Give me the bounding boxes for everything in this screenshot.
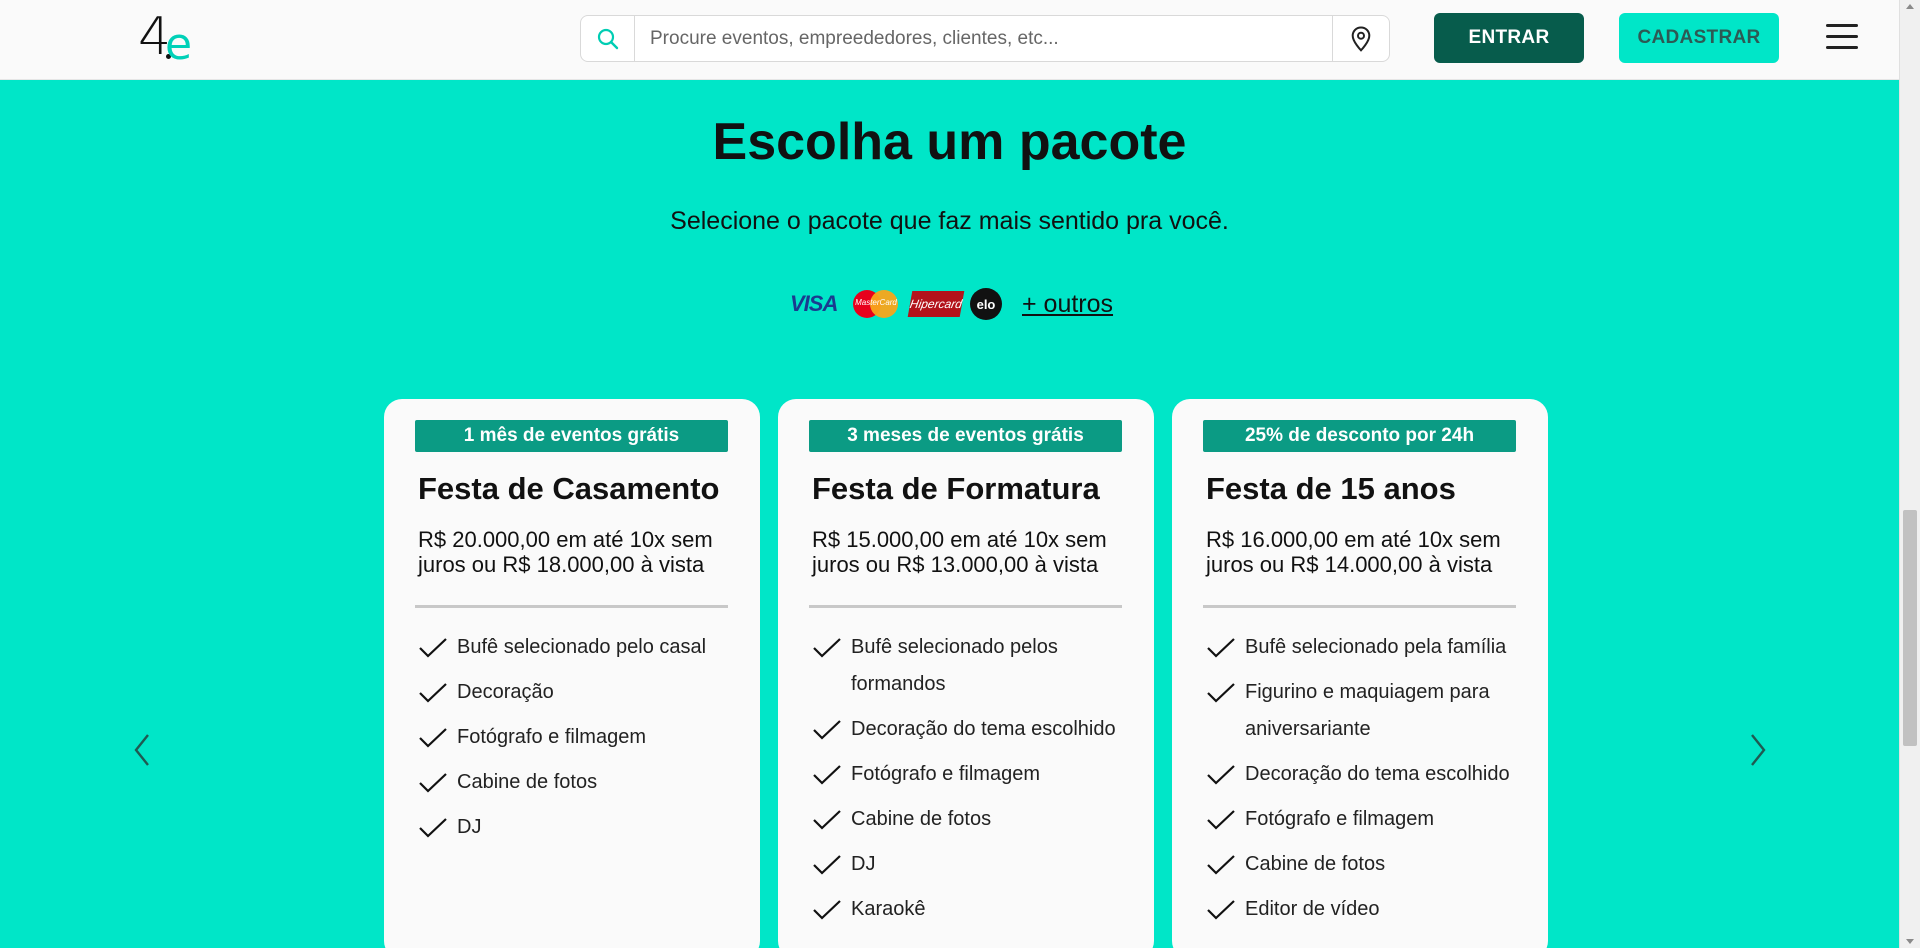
check-icon: [1207, 855, 1235, 875]
check-icon: [419, 638, 447, 658]
promo-badge: 25% de desconto por 24h: [1203, 420, 1516, 452]
hamburger-menu-icon[interactable]: [1826, 24, 1858, 52]
chevron-left-icon[interactable]: [128, 730, 158, 770]
logo-letter: e: [165, 19, 193, 70]
signup-button[interactable]: CADASTRAR: [1619, 13, 1779, 63]
search-icon[interactable]: [581, 16, 634, 61]
feature-label: Decoração: [457, 681, 554, 703]
mastercard-text: MasterCard: [855, 298, 897, 307]
payment-methods: VISA MasterCard Hipercard elo + outros: [790, 286, 1113, 322]
feature-label: Editor de vídeo: [1245, 898, 1380, 920]
feature-item: Decoração do tema escolhido: [812, 711, 1132, 748]
feature-list: Bufê selecionado pelo casal Decoração Fo…: [418, 629, 738, 854]
feature-label: Bufê selecionado pelos formandos: [851, 636, 1058, 695]
feature-item: Fotógrafo e filmagem: [418, 719, 738, 756]
feature-label: Fotógrafo e filmagem: [1245, 808, 1434, 830]
package-card-formatura[interactable]: 3 meses de eventos grátis Festa de Forma…: [778, 399, 1154, 948]
elo-logo: elo: [970, 288, 1002, 320]
check-icon: [1207, 900, 1235, 920]
feature-list: Bufê selecionado pelos formandos Decoraç…: [812, 629, 1132, 936]
package-name: Festa de 15 anos: [1206, 471, 1456, 506]
feature-item: Editor de vídeo: [1206, 891, 1526, 928]
page-scrollbar[interactable]: [1899, 0, 1920, 948]
feature-label: Bufê selecionado pela família: [1245, 636, 1507, 658]
site-logo[interactable]: 4 e: [138, 10, 198, 70]
check-icon: [813, 855, 841, 875]
divider: [1203, 605, 1516, 608]
feature-item: Decoração do tema escolhido: [1206, 756, 1526, 793]
feature-item: DJ: [812, 846, 1132, 883]
check-icon: [1207, 683, 1235, 703]
feature-item: Cabine de fotos: [812, 801, 1132, 838]
location-pin-icon[interactable]: [1333, 16, 1389, 61]
check-icon: [813, 810, 841, 830]
scroll-down-icon[interactable]: [1906, 939, 1914, 944]
check-icon: [419, 728, 447, 748]
check-icon: [813, 720, 841, 740]
check-icon: [813, 900, 841, 920]
scrollbar-thumb[interactable]: [1903, 510, 1917, 746]
feature-item: DJ: [418, 809, 738, 846]
feature-label: DJ: [457, 816, 482, 838]
divider: [415, 605, 728, 608]
feature-item: Bufê selecionado pelos formandos: [812, 629, 1132, 703]
feature-label: DJ: [851, 853, 876, 875]
login-button[interactable]: ENTRAR: [1434, 13, 1584, 63]
scroll-up-icon[interactable]: [1906, 4, 1914, 9]
feature-label: Cabine de fotos: [1245, 853, 1386, 875]
feature-item: Karaokê: [812, 891, 1132, 928]
feature-label: Cabine de fotos: [851, 808, 992, 830]
feature-label: Figurino e maquiagem para aniversariante: [1245, 681, 1490, 740]
promo-badge: 1 mês de eventos grátis: [415, 420, 728, 452]
check-icon: [1207, 638, 1235, 658]
mastercard-logo: MasterCard: [850, 288, 902, 320]
feature-item: Bufê selecionado pela família: [1206, 629, 1526, 666]
check-icon: [419, 683, 447, 703]
check-icon: [813, 765, 841, 785]
package-card-casamento[interactable]: 1 mês de eventos grátis Festa de Casamen…: [384, 399, 760, 948]
chevron-right-icon[interactable]: [1742, 730, 1772, 770]
feature-label: Cabine de fotos: [457, 771, 598, 793]
divider: [809, 605, 1122, 608]
feature-label: Decoração do tema escolhido: [1245, 763, 1510, 785]
promo-badge: 3 meses de eventos grátis: [809, 420, 1122, 452]
package-price: R$ 15.000,00 em até 10x sem juros ou R$ …: [812, 527, 1107, 577]
check-icon: [1207, 765, 1235, 785]
section-title: Escolha um pacote: [712, 113, 1187, 171]
check-icon: [1207, 810, 1235, 830]
package-price: R$ 20.000,00 em até 10x sem juros ou R$ …: [418, 527, 713, 577]
feature-label: Decoração do tema escolhido: [851, 718, 1116, 740]
search-input[interactable]: [634, 16, 1333, 61]
visa-logo: VISA: [790, 291, 838, 316]
package-card-15-anos[interactable]: 25% de desconto por 24h Festa de 15 anos…: [1172, 399, 1548, 948]
package-name: Festa de Formatura: [812, 471, 1100, 506]
feature-item: Fotógrafo e filmagem: [812, 756, 1132, 793]
feature-item: Figurino e maquiagem para aniversariante: [1206, 674, 1526, 748]
check-icon: [419, 818, 447, 838]
feature-label: Fotógrafo e filmagem: [851, 763, 1040, 785]
check-icon: [813, 638, 841, 658]
feature-item: Cabine de fotos: [1206, 846, 1526, 883]
top-header: 4 e ENTRAR CADASTRAR: [0, 0, 1899, 80]
feature-item: Bufê selecionado pelo casal: [418, 629, 738, 666]
feature-label: Bufê selecionado pelo casal: [457, 636, 707, 658]
section-subtitle: Selecione o pacote que faz mais sentido …: [670, 207, 1229, 235]
feature-item: Decoração: [418, 674, 738, 711]
feature-label: Fotógrafo e filmagem: [457, 726, 646, 748]
feature-list: Bufê selecionado pela família Figurino e…: [1206, 629, 1526, 936]
feature-label: Karaokê: [851, 898, 926, 920]
package-name: Festa de Casamento: [418, 471, 720, 506]
check-icon: [419, 773, 447, 793]
feature-item: Cabine de fotos: [418, 764, 738, 801]
search-bar: [580, 15, 1390, 62]
package-price: R$ 16.000,00 em até 10x sem juros ou R$ …: [1206, 527, 1501, 577]
more-payments-link[interactable]: + outros: [1022, 290, 1113, 319]
hipercard-logo: Hipercard: [907, 291, 965, 317]
feature-item: Fotógrafo e filmagem: [1206, 801, 1526, 838]
